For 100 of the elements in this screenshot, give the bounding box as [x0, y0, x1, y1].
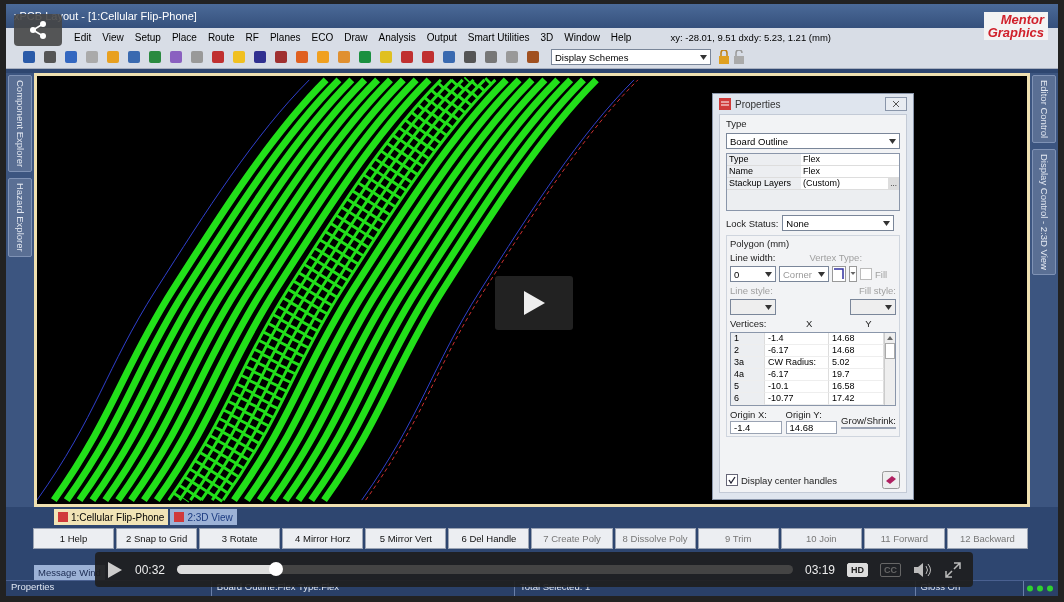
function-key-button[interactable]: 3 Rotate [199, 528, 281, 549]
side-panel-tab[interactable]: Editor Control [1032, 75, 1056, 144]
menu-item[interactable]: RF [245, 31, 259, 43]
document-icon [174, 512, 185, 522]
table-cell: 6 [731, 393, 765, 405]
property-value[interactable]: Flex [801, 166, 899, 178]
progress-handle[interactable] [268, 562, 283, 576]
lock-status-dropdown[interactable]: None [782, 215, 895, 231]
dropdown-arrow-icon [700, 54, 707, 60]
table-cell[interactable]: -6.17 [765, 369, 829, 381]
table-cell[interactable]: -10.77 [765, 393, 829, 405]
table-cell: 4a [731, 369, 765, 381]
company-logo: Mentor Graphics [983, 12, 1048, 40]
menu-item[interactable]: Draw [344, 31, 368, 43]
field-label: Origin Y: [785, 409, 823, 420]
checkbox-label: Display center handles [741, 474, 838, 486]
column-header: X [805, 318, 814, 329]
dropdown-arrow-icon [765, 304, 772, 310]
function-key-button[interactable]: 2 Snap to Grid [116, 528, 198, 549]
line-style-dropdown[interactable] [730, 299, 776, 315]
checkbox-label: Fill [875, 268, 888, 280]
document-tab[interactable]: 1:Cellular Flip-Phone [54, 509, 169, 525]
document-icon [58, 512, 68, 522]
input-field[interactable]: 14.68 [785, 421, 838, 434]
table-cell[interactable]: -10.1 [765, 381, 829, 393]
play-icon[interactable] [107, 560, 123, 579]
hd-toggle[interactable]: HD [847, 562, 868, 577]
menu-item[interactable]: Analysis [378, 31, 416, 43]
table-cell[interactable]: 14.68 [829, 345, 884, 357]
menu-item[interactable]: Window [564, 31, 600, 43]
group-title: Polygon (mm) [730, 238, 791, 249]
field-label: Line width: [730, 252, 776, 263]
center-handles-checkbox[interactable] [726, 474, 738, 486]
document-tab[interactable]: 2:3D View [170, 509, 237, 525]
input-field[interactable]: -1.4 [730, 421, 782, 434]
dropdown-arrow-icon [765, 271, 772, 277]
field-label: Lock Status: [726, 217, 779, 229]
menu-item[interactable]: View [102, 31, 124, 43]
menu-item[interactable]: Smart Utilities [467, 31, 530, 43]
corner-style-icon[interactable] [832, 266, 846, 282]
menu-item[interactable]: ECO [311, 31, 334, 43]
properties-icon [719, 98, 731, 110]
menu-item[interactable]: Edit [74, 31, 92, 43]
coordinates-readout: xy: -28.01, 9.51 dxdy: 5.23, 1.21 (mm) [670, 31, 831, 43]
menu-item[interactable]: Output [426, 31, 457, 43]
line-width-dropdown[interactable]: 0 [730, 266, 776, 282]
fill-checkbox[interactable] [860, 268, 872, 280]
menu-item[interactable]: Setup [134, 31, 161, 43]
table-cell[interactable]: 19.7 [829, 369, 884, 381]
fill-style-dropdown[interactable] [850, 299, 896, 315]
dropdown-arrow-icon [883, 220, 891, 226]
table-cell[interactable]: -1.4 [765, 333, 829, 345]
function-key-button[interactable]: 5 Mirror Vert [365, 528, 447, 549]
current-time: 00:32 [135, 562, 166, 577]
table-cell[interactable]: 16.58 [829, 381, 884, 393]
volume-icon[interactable] [913, 561, 933, 578]
fullscreen-icon[interactable] [945, 561, 961, 578]
table-cell: 3a [731, 357, 765, 369]
menu-item[interactable]: Planes [269, 31, 301, 43]
field-label: Line style: [730, 285, 773, 296]
menu-item[interactable]: Route [207, 31, 235, 43]
column-header: Y [864, 318, 873, 329]
table-cell: 5 [731, 381, 765, 393]
scrollbar[interactable] [884, 333, 895, 405]
field-label: Fill style: [859, 285, 896, 296]
table-cell: 1 [731, 333, 765, 345]
property-value[interactable]: Flex [801, 154, 899, 166]
table-cell[interactable]: 5.02 [829, 357, 884, 369]
input-field[interactable] [841, 426, 896, 429]
type-dropdown[interactable]: Board Outline [726, 133, 900, 149]
progress-track[interactable] [177, 565, 793, 574]
menu-item[interactable]: Place [171, 31, 197, 43]
side-panel-tab[interactable]: Component Explorer [8, 75, 32, 173]
side-panel-tab[interactable]: Display Control - 2:3D View [1032, 149, 1056, 276]
checkmark-icon [728, 476, 736, 484]
function-key-button[interactable]: 1 Help [33, 528, 115, 549]
dialog-title: Properties [735, 98, 782, 110]
lock-icon[interactable] [718, 50, 730, 64]
close-icon [892, 100, 900, 108]
dropdown-arrow-icon [885, 304, 892, 310]
table-cell[interactable]: 17.42 [829, 393, 884, 405]
menu-item[interactable]: Help [610, 31, 632, 43]
table-cell[interactable]: -6.17 [765, 345, 829, 357]
function-key-button[interactable]: 6 Del Handle [448, 528, 530, 549]
table-cell: 2 [731, 345, 765, 357]
property-value[interactable]: (Custom) ... [801, 178, 899, 190]
function-key-button[interactable]: 4 Mirror Horz [282, 528, 364, 549]
browse-button[interactable]: ... [888, 178, 899, 189]
menu-item[interactable]: 3D [540, 31, 554, 43]
help-book-icon[interactable] [882, 471, 900, 489]
side-panel-tab[interactable]: Hazard Explorer [8, 178, 32, 257]
field-label: Origin X: [730, 409, 768, 420]
dropdown-arrow-icon [818, 271, 825, 277]
display-schemes-dropdown[interactable]: Display Schemes [551, 49, 711, 65]
close-button[interactable] [885, 97, 907, 111]
table-cell[interactable]: 14.68 [829, 333, 884, 345]
scrollbar-thumb[interactable] [885, 343, 895, 359]
table-cell[interactable]: CW Radius: [765, 357, 829, 369]
field-label: Vertices: [730, 318, 768, 329]
play-button[interactable] [495, 276, 573, 330]
